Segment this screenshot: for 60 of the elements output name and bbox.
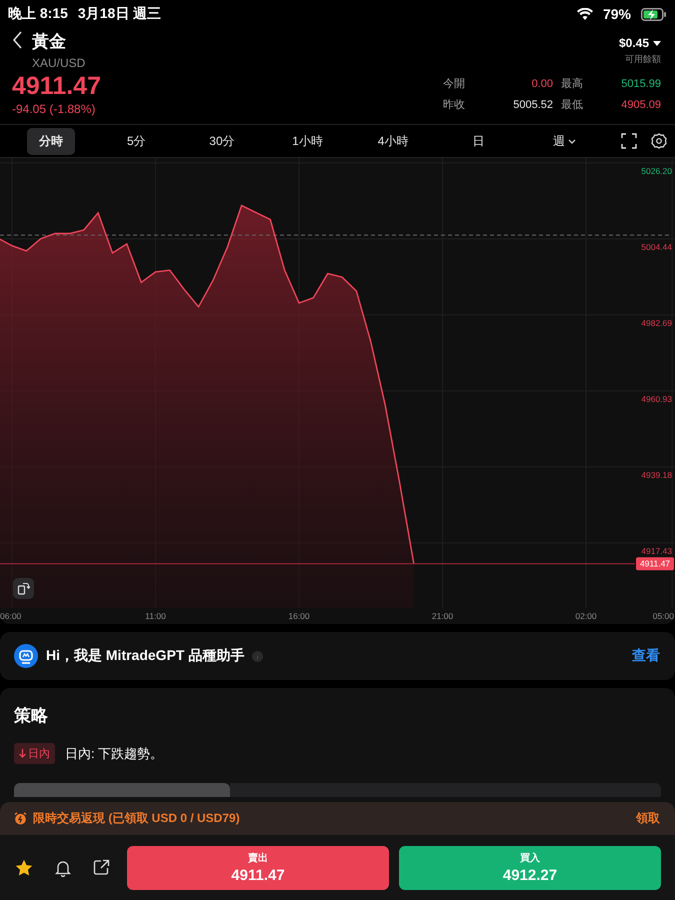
period-tab[interactable]: 分時 [26,128,75,154]
assistant-greeting: Hi，我是 MitradeGPT 品種助手 [46,647,244,665]
axis-label: 21:00 [432,611,454,621]
axis-label: 5004.44 [641,242,672,252]
ref-line-label: 4911.47 [640,558,670,569]
balance-label: 可用餘額 [625,53,661,66]
battery-percent: 79% [602,6,631,22]
axis-label: 11:00 [145,611,166,621]
axis-label: 05:00 [652,611,674,621]
battery-charging-icon [641,8,667,20]
axis-label: 4982.69 [641,318,672,328]
stat-value: 0.00 [530,78,553,90]
stat-label: 最高 [561,76,583,91]
rotate-screen-button[interactable] [13,578,34,599]
status-date: 3月18日 週三 [78,5,162,23]
wifi-icon [576,8,593,20]
trend-tag: 日內 [14,743,55,764]
status-time: 晚上 8:15 [8,5,68,23]
bell-icon[interactable] [55,858,71,876]
stat-label: 最低 [561,98,583,112]
price-tag: 4911.47 [636,557,674,570]
balance-value[interactable]: $0.45 [618,36,649,50]
axis-label: 16:00 [288,611,310,621]
instrument-title: 黃金 [32,31,67,53]
arrow-down-icon [19,749,26,758]
axis-label: 02:00 [575,611,597,621]
current-price: 4911.47 [12,72,101,100]
price-change: -94.05 (-1.88%) [12,102,96,116]
period-tab[interactable]: 週 [540,128,588,154]
axis-label: 06:00 [0,611,22,621]
sell-button[interactable]: 賣出 4911.47 [127,846,389,890]
strategy-summary: 日內: 下跌趨勢。 [65,744,164,762]
star-filled-icon[interactable] [15,859,33,876]
view-link[interactable]: 查看 [632,647,660,665]
axis-label: 4960.93 [641,394,672,404]
claim-link[interactable]: 領取 [636,810,660,827]
stat-value: 4905.09 [620,98,661,110]
stat-value: 5015.99 [620,78,661,90]
settings-icon[interactable] [651,133,668,149]
period-tab[interactable]: 1小時 [280,128,335,154]
section-title: 策略 [14,705,49,727]
period-tab[interactable]: 30分 [197,128,247,154]
axis-label: 4939.18 [641,470,672,480]
stat-label: 今開 [443,77,465,91]
axis-label: 4917.43 [641,546,672,556]
promo-text: 限時交易返現 (已領取 USD 0 / USD79) [33,810,240,827]
instrument-symbol: XAU/USD [32,56,86,70]
stat-label: 昨收 [443,98,465,112]
fullscreen-icon[interactable] [621,133,638,149]
share-icon[interactable] [93,859,110,876]
stat-value: 5005.52 [512,98,553,110]
period-tab[interactable]: 4小時 [366,128,420,154]
period-tab[interactable]: 日 [460,128,497,154]
axis-label: 5026.20 [641,166,672,176]
rotate-icon [17,582,30,595]
back-icon[interactable] [12,30,24,50]
alarm-clock-icon [14,812,27,825]
assistant-avatar-icon [14,644,38,668]
caret-down-icon[interactable] [653,40,661,46]
period-tab[interactable]: 5分 [115,128,158,154]
